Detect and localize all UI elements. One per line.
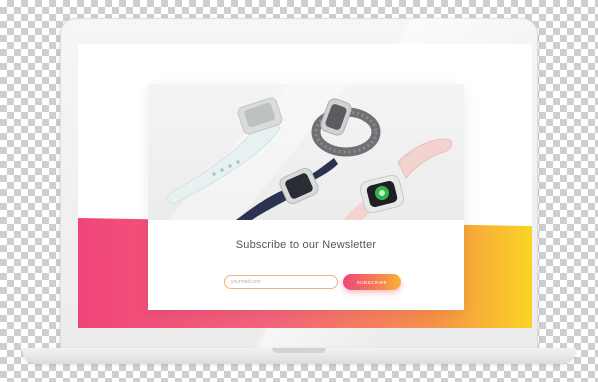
laptop-base <box>22 348 576 364</box>
newsletter-card: Subscribe to our Newsletter SUBSCRIBE <box>148 84 464 310</box>
email-input[interactable] <box>224 275 338 289</box>
subscribe-button[interactable]: SUBSCRIBE <box>343 274 401 290</box>
transparent-background: Subscribe to our Newsletter SUBSCRIBE <box>0 0 598 382</box>
laptop-screen: Subscribe to our Newsletter SUBSCRIBE <box>78 44 532 328</box>
laptop-base-notch <box>272 348 326 353</box>
newsletter-title: Subscribe to our Newsletter <box>235 239 377 251</box>
product-hero-image <box>148 84 464 220</box>
